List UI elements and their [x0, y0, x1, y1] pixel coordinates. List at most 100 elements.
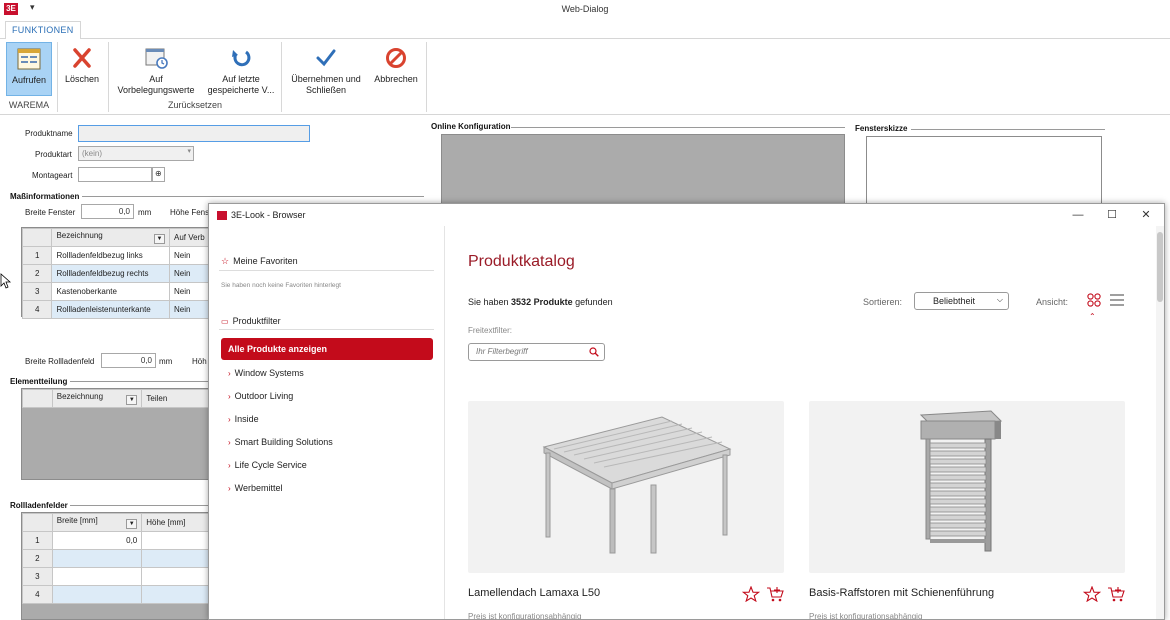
maximize-button[interactable]: ☐	[1097, 207, 1127, 223]
vorbelegungswerte-button[interactable]: Auf Vorbelegungswerte	[116, 46, 196, 96]
grid-view-icon[interactable]	[1087, 293, 1101, 307]
close-button[interactable]: ✕	[1131, 207, 1161, 223]
cell-hoehe[interactable]	[141, 567, 210, 586]
cell-breite[interactable]	[51, 549, 143, 568]
checkmark-icon	[316, 49, 336, 67]
search-icon[interactable]	[589, 347, 599, 357]
mouse-cursor-icon	[0, 273, 12, 289]
chevron-right-icon: ›	[228, 461, 231, 470]
product-name[interactable]: Basis-Raffstoren mit Schienenführung	[809, 587, 994, 599]
browser-main: Produktkatalog Sie haben 3532 Produkte g…	[446, 226, 1164, 620]
cell-breite[interactable]	[51, 585, 143, 604]
category-item[interactable]: › Outdoor Living	[228, 391, 293, 401]
divider	[219, 270, 434, 271]
pergola-illustration	[542, 416, 732, 554]
scrollbar-thumb[interactable]	[1157, 232, 1163, 302]
list-view-icon[interactable]	[1110, 294, 1124, 306]
cell-breite[interactable]: 0,0	[51, 531, 143, 550]
chevron-up-icon: ⌃	[1089, 312, 1096, 321]
product-name[interactable]: Lamellendach Lamaxa L50	[468, 587, 600, 599]
category-label: Smart Building Solutions	[234, 437, 333, 447]
cell-hoehe[interactable]	[141, 549, 210, 568]
table-row[interactable]: 1 0,0	[22, 531, 210, 550]
chevron-down-icon[interactable]: ▼	[154, 234, 165, 244]
online-konfiguration-title: Online Konfiguration	[431, 122, 511, 131]
cell-bezeichnung[interactable]: Rollladenfeldbezug rechts	[51, 264, 170, 283]
cell-auf-verb[interactable]: Nein	[169, 300, 210, 319]
all-products-button[interactable]: Alle Produkte anzeigen	[221, 338, 433, 360]
category-item[interactable]: › Smart Building Solutions	[228, 437, 333, 447]
freetext-placeholder: Ihr Filterbegriff	[476, 347, 528, 356]
rollladenfelder-grid: Breite [mm] ▼ Höhe [mm] 1 0,0 2 3 4	[21, 512, 211, 620]
table-row[interactable]: 1 Rollladenfeldbezug links Nein	[21, 246, 210, 265]
add-to-cart-icon[interactable]	[1107, 586, 1125, 602]
cell-hoehe[interactable]	[141, 585, 210, 604]
cell-bezeichnung[interactable]: Kastenoberkante	[51, 282, 170, 301]
product-image-lamellendach[interactable]	[468, 401, 784, 573]
letzte-gespeicherte-button[interactable]: Auf letzte gespeicherte V...	[206, 46, 276, 96]
product-price: Preis ist konfigurationsabhängig	[468, 612, 582, 620]
chevron-down-icon[interactable]: ▼	[126, 395, 138, 405]
product-image-raffstoren[interactable]	[809, 401, 1125, 573]
produktname-input[interactable]	[78, 125, 310, 142]
grid-header-bezeichnung[interactable]: Bezeichnung ▼	[51, 228, 170, 247]
grid-header-breite[interactable]: Breite [mm] ▼	[51, 513, 143, 532]
aufrufen-button[interactable]: Aufrufen	[6, 42, 52, 96]
group-label-zuruecksetzen: Zurücksetzen	[167, 100, 223, 110]
cell-hoehe[interactable]	[141, 531, 210, 550]
chevron-right-icon: ›	[228, 484, 231, 493]
table-row[interactable]: 4 Rollladenleistenunterkante Nein	[21, 300, 210, 319]
grid-header-auf-verb[interactable]: Auf Verb	[169, 228, 210, 247]
montageart-picker-icon[interactable]: ⊕	[152, 167, 165, 182]
loeschen-button[interactable]: Löschen	[60, 46, 104, 85]
cell-bezeichnung[interactable]: Rollladenfeldbezug links	[51, 246, 170, 265]
minimize-button[interactable]: —	[1063, 207, 1093, 223]
sort-label: Sortieren:	[863, 297, 903, 307]
montageart-label: Montageart	[32, 171, 73, 180]
cell-bezeichnung[interactable]: Rollladenleistenunterkante	[51, 300, 170, 319]
count-prefix: Sie haben	[468, 297, 512, 307]
cell-breite[interactable]	[51, 567, 143, 586]
produktart-select[interactable]: (kein) ▾	[78, 146, 194, 161]
produktfilter-header[interactable]: ▭ Produktfilter	[221, 316, 281, 326]
favorites-header[interactable]: ☆ Meine Favoriten	[221, 256, 298, 267]
breite-fenster-input[interactable]: 0,0	[81, 204, 134, 219]
product-price: Preis ist konfigurationsabhängig	[809, 612, 923, 620]
grid-header-teilen[interactable]: Teilen	[141, 389, 210, 408]
chevron-down-icon[interactable]: ▼	[126, 519, 138, 529]
favorite-star-icon[interactable]	[742, 586, 760, 602]
unit-mm: mm	[138, 208, 152, 217]
montageart-input[interactable]	[78, 167, 152, 182]
breite-rollladenfeld-input[interactable]: 0,0	[101, 353, 156, 368]
massinformationen-title: Maßinformationen	[10, 192, 80, 201]
table-row[interactable]: 2	[22, 549, 210, 568]
category-item[interactable]: › Werbemittel	[228, 483, 283, 493]
add-to-cart-icon[interactable]	[766, 586, 784, 602]
grid-header-hoehe[interactable]: Höhe [mm]	[141, 513, 210, 532]
category-item[interactable]: › Inside	[228, 414, 259, 424]
favorite-star-icon[interactable]	[1083, 586, 1101, 602]
grid-header-bezeichnung[interactable]: Bezeichnung ▼	[51, 389, 143, 408]
cell-auf-verb[interactable]: Nein	[169, 282, 210, 301]
produktfilter-title: Produktfilter	[232, 316, 281, 326]
catalog-title: Produktkatalog	[468, 253, 575, 270]
tab-funktionen[interactable]: FUNKTIONEN	[5, 21, 81, 40]
uebernehmen-schliessen-button[interactable]: Übernehmen und Schließen	[286, 46, 366, 96]
table-row[interactable]: 3	[22, 567, 210, 586]
abbrechen-button[interactable]: Abbrechen	[370, 46, 422, 85]
category-item[interactable]: › Life Cycle Service	[228, 460, 307, 470]
produktart-label: Produktart	[35, 150, 72, 159]
raffstore-illustration	[919, 410, 1003, 552]
table-row[interactable]: 3 Kastenoberkante Nein	[21, 282, 210, 301]
freetext-filter-input[interactable]: Ihr Filterbegriff	[468, 343, 605, 361]
breite-fenster-label: Breite Fenster	[25, 208, 76, 217]
browser-scrollbar[interactable]	[1156, 226, 1164, 619]
category-item[interactable]: › Window Systems	[228, 368, 304, 378]
cell-auf-verb[interactable]: Nein	[169, 246, 210, 265]
undo-arrow-icon	[232, 50, 251, 67]
sort-select[interactable]: Beliebtheit ⌵	[914, 292, 1009, 310]
table-row[interactable]: 4	[22, 585, 210, 604]
table-row[interactable]: 2 Rollladenfeldbezug rechts Nein	[21, 264, 210, 283]
row-number: 4	[21, 300, 53, 319]
cell-auf-verb[interactable]: Nein	[169, 264, 210, 283]
